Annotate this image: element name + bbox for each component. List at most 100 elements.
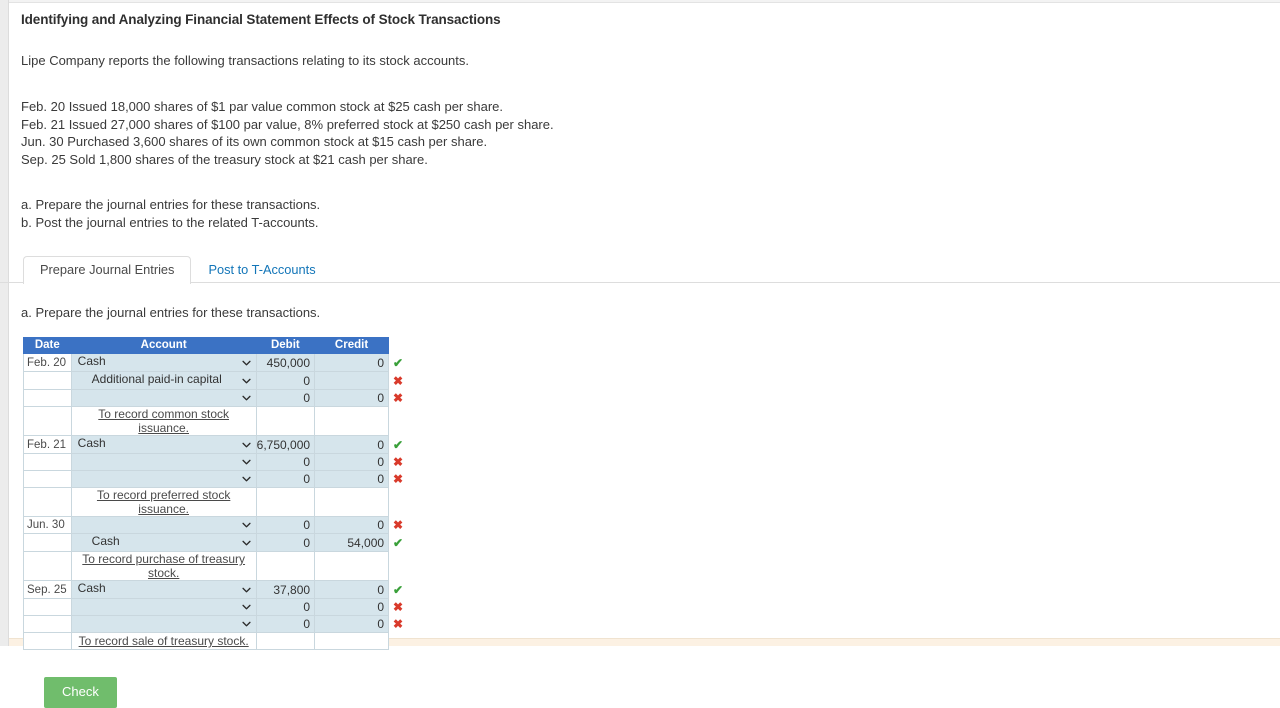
debit-input[interactable]: 450,000: [255, 353, 316, 372]
account-select[interactable]: [70, 470, 257, 488]
credit-input[interactable]: 54,000: [314, 533, 390, 552]
debit-input[interactable]: 37,800: [255, 580, 316, 599]
account-select[interactable]: [70, 598, 257, 616]
transaction-line: Feb. 20 Issued 18,000 shares of $1 par v…: [21, 99, 504, 114]
table-header-row: Date Account Debit Credit: [23, 337, 409, 354]
left-gutter: [0, 0, 9, 646]
column-header-account: Account: [70, 337, 257, 354]
debit-input[interactable]: 0: [255, 389, 316, 407]
debit-input[interactable]: 6,750,000: [255, 435, 316, 454]
journal-memo-row: To record purchase of treasury stock.: [23, 551, 409, 581]
credit-input[interactable]: 0: [314, 470, 390, 488]
journal-memo-text: To record common stock issuance.: [98, 407, 230, 435]
credit-input[interactable]: 0: [314, 516, 390, 534]
status-incorrect-icon: ✖: [393, 455, 404, 469]
credit-input[interactable]: 0: [314, 580, 390, 599]
journal-memo-cell[interactable]: To record common stock issuance.: [70, 406, 257, 436]
debit-input[interactable]: 0: [255, 371, 316, 390]
credit-input[interactable]: 0: [314, 389, 390, 407]
journal-entry-row: 0 0 ✖: [23, 598, 409, 616]
account-select[interactable]: Cash: [70, 580, 257, 599]
check-button[interactable]: Check: [44, 677, 117, 708]
journal-entry-row: Jun. 30 0 0 ✖: [23, 516, 409, 534]
top-edge: [9, 0, 1280, 3]
journal-date-cell: [23, 470, 72, 488]
page-shell: Identifying and Analyzing Financial Stat…: [0, 0, 1280, 708]
journal-entry-row: 0 0 ✖: [23, 470, 409, 488]
chevron-down-icon: [242, 378, 251, 383]
debit-input[interactable]: 0: [255, 516, 316, 534]
journal-memo-row: To record sale of treasury stock.: [23, 632, 409, 650]
content-area: Identifying and Analyzing Financial Stat…: [0, 12, 1280, 708]
tab-post-to-t-accounts[interactable]: Post to T-Accounts: [191, 256, 332, 284]
journal-memo-cell[interactable]: To record preferred stock issuance.: [70, 487, 257, 517]
credit-input[interactable]: [314, 371, 390, 390]
tab-prepare-journal-entries[interactable]: Prepare Journal Entries: [23, 256, 192, 284]
account-select-value: Cash: [77, 436, 106, 450]
journal-debit-cell: [255, 406, 316, 436]
chevron-down-icon: [242, 587, 251, 592]
journal-date-cell: [23, 551, 72, 581]
account-select[interactable]: Cash: [70, 435, 257, 454]
transaction-line: Sep. 25 Sold 1,800 shares of the treasur…: [21, 151, 428, 167]
account-select[interactable]: Additional paid-in capital: [70, 371, 257, 390]
journal-entry-table: Date Account Debit Credit Feb. 20 Cash 450…: [23, 337, 409, 650]
credit-input[interactable]: 0: [314, 435, 390, 454]
credit-input[interactable]: 0: [314, 598, 390, 616]
account-select[interactable]: [70, 516, 257, 534]
status-empty-cell: [389, 488, 409, 517]
journal-date-cell: [23, 615, 72, 633]
account-select[interactable]: Cash: [70, 353, 257, 372]
journal-date-cell: Feb. 21: [23, 435, 72, 454]
requirement-line: a. Prepare the journal entries for these…: [21, 197, 321, 212]
journal-entry-row: Sep. 25 Cash 37,800 0 ✔: [23, 580, 409, 599]
journal-debit-cell: [255, 487, 316, 517]
status-correct-icon: ✔: [393, 535, 404, 550]
status-incorrect-icon: ✖: [393, 518, 404, 532]
chevron-down-icon: [242, 476, 251, 482]
status-correct-icon: ✔: [393, 355, 404, 370]
journal-entry-row: 0 0 ✖: [23, 389, 409, 407]
status-incorrect-icon: ✖: [393, 617, 404, 631]
status-empty-cell: [389, 552, 409, 581]
journal-entry-row: Cash 0 54,000 ✔: [23, 533, 409, 552]
journal-date-cell: [23, 598, 72, 616]
chevron-down-icon: [242, 540, 251, 545]
problem-intro: Lipe Company reports the following trans…: [21, 53, 470, 68]
chevron-down-icon: [242, 604, 251, 610]
status-incorrect-icon: ✖: [393, 373, 404, 388]
journal-credit-cell: [314, 487, 390, 517]
credit-input[interactable]: 0: [314, 353, 390, 372]
journal-date-cell: [23, 533, 72, 552]
journal-memo-cell[interactable]: To record purchase of treasury stock.: [70, 551, 257, 581]
journal-credit-cell: [314, 632, 390, 650]
account-select-value: Additional paid-in capital: [91, 372, 222, 386]
status-incorrect-icon: ✖: [393, 472, 404, 486]
journal-memo-cell[interactable]: To record sale of treasury stock.: [70, 632, 257, 650]
debit-input[interactable]: 0: [255, 470, 316, 488]
chevron-down-icon: [242, 395, 251, 401]
requirement-list: a. Prepare the journal entries for these…: [21, 196, 1280, 231]
debit-input[interactable]: 0: [255, 615, 316, 633]
transaction-line: Feb. 21 Issued 27,000 shares of $100 par…: [21, 116, 554, 132]
debit-input[interactable]: 0: [255, 533, 316, 552]
column-header-credit: Credit: [314, 337, 390, 354]
journal-date-cell: [23, 406, 72, 436]
journal-credit-cell: [314, 551, 390, 581]
account-select[interactable]: [70, 389, 257, 407]
account-select[interactable]: Cash: [70, 533, 257, 552]
account-select[interactable]: [70, 615, 257, 633]
journal-memo-row: To record preferred stock issuance.: [23, 487, 409, 517]
debit-input[interactable]: 0: [255, 453, 316, 471]
credit-input[interactable]: 0: [314, 615, 390, 633]
tabs: Prepare Journal Entries Post to T-Account…: [0, 255, 1280, 284]
journal-date-cell: Feb. 20: [23, 353, 72, 372]
journal-date-cell: [23, 389, 72, 407]
journal-date-cell: [23, 371, 72, 390]
journal-entry-row: 0 0 ✖: [23, 615, 409, 633]
page-title: Identifying and Analyzing Financial Stat…: [21, 12, 501, 27]
status-correct-icon: ✔: [393, 582, 404, 597]
credit-input[interactable]: 0: [314, 453, 390, 471]
debit-input[interactable]: 0: [255, 598, 316, 616]
account-select[interactable]: [70, 453, 257, 471]
